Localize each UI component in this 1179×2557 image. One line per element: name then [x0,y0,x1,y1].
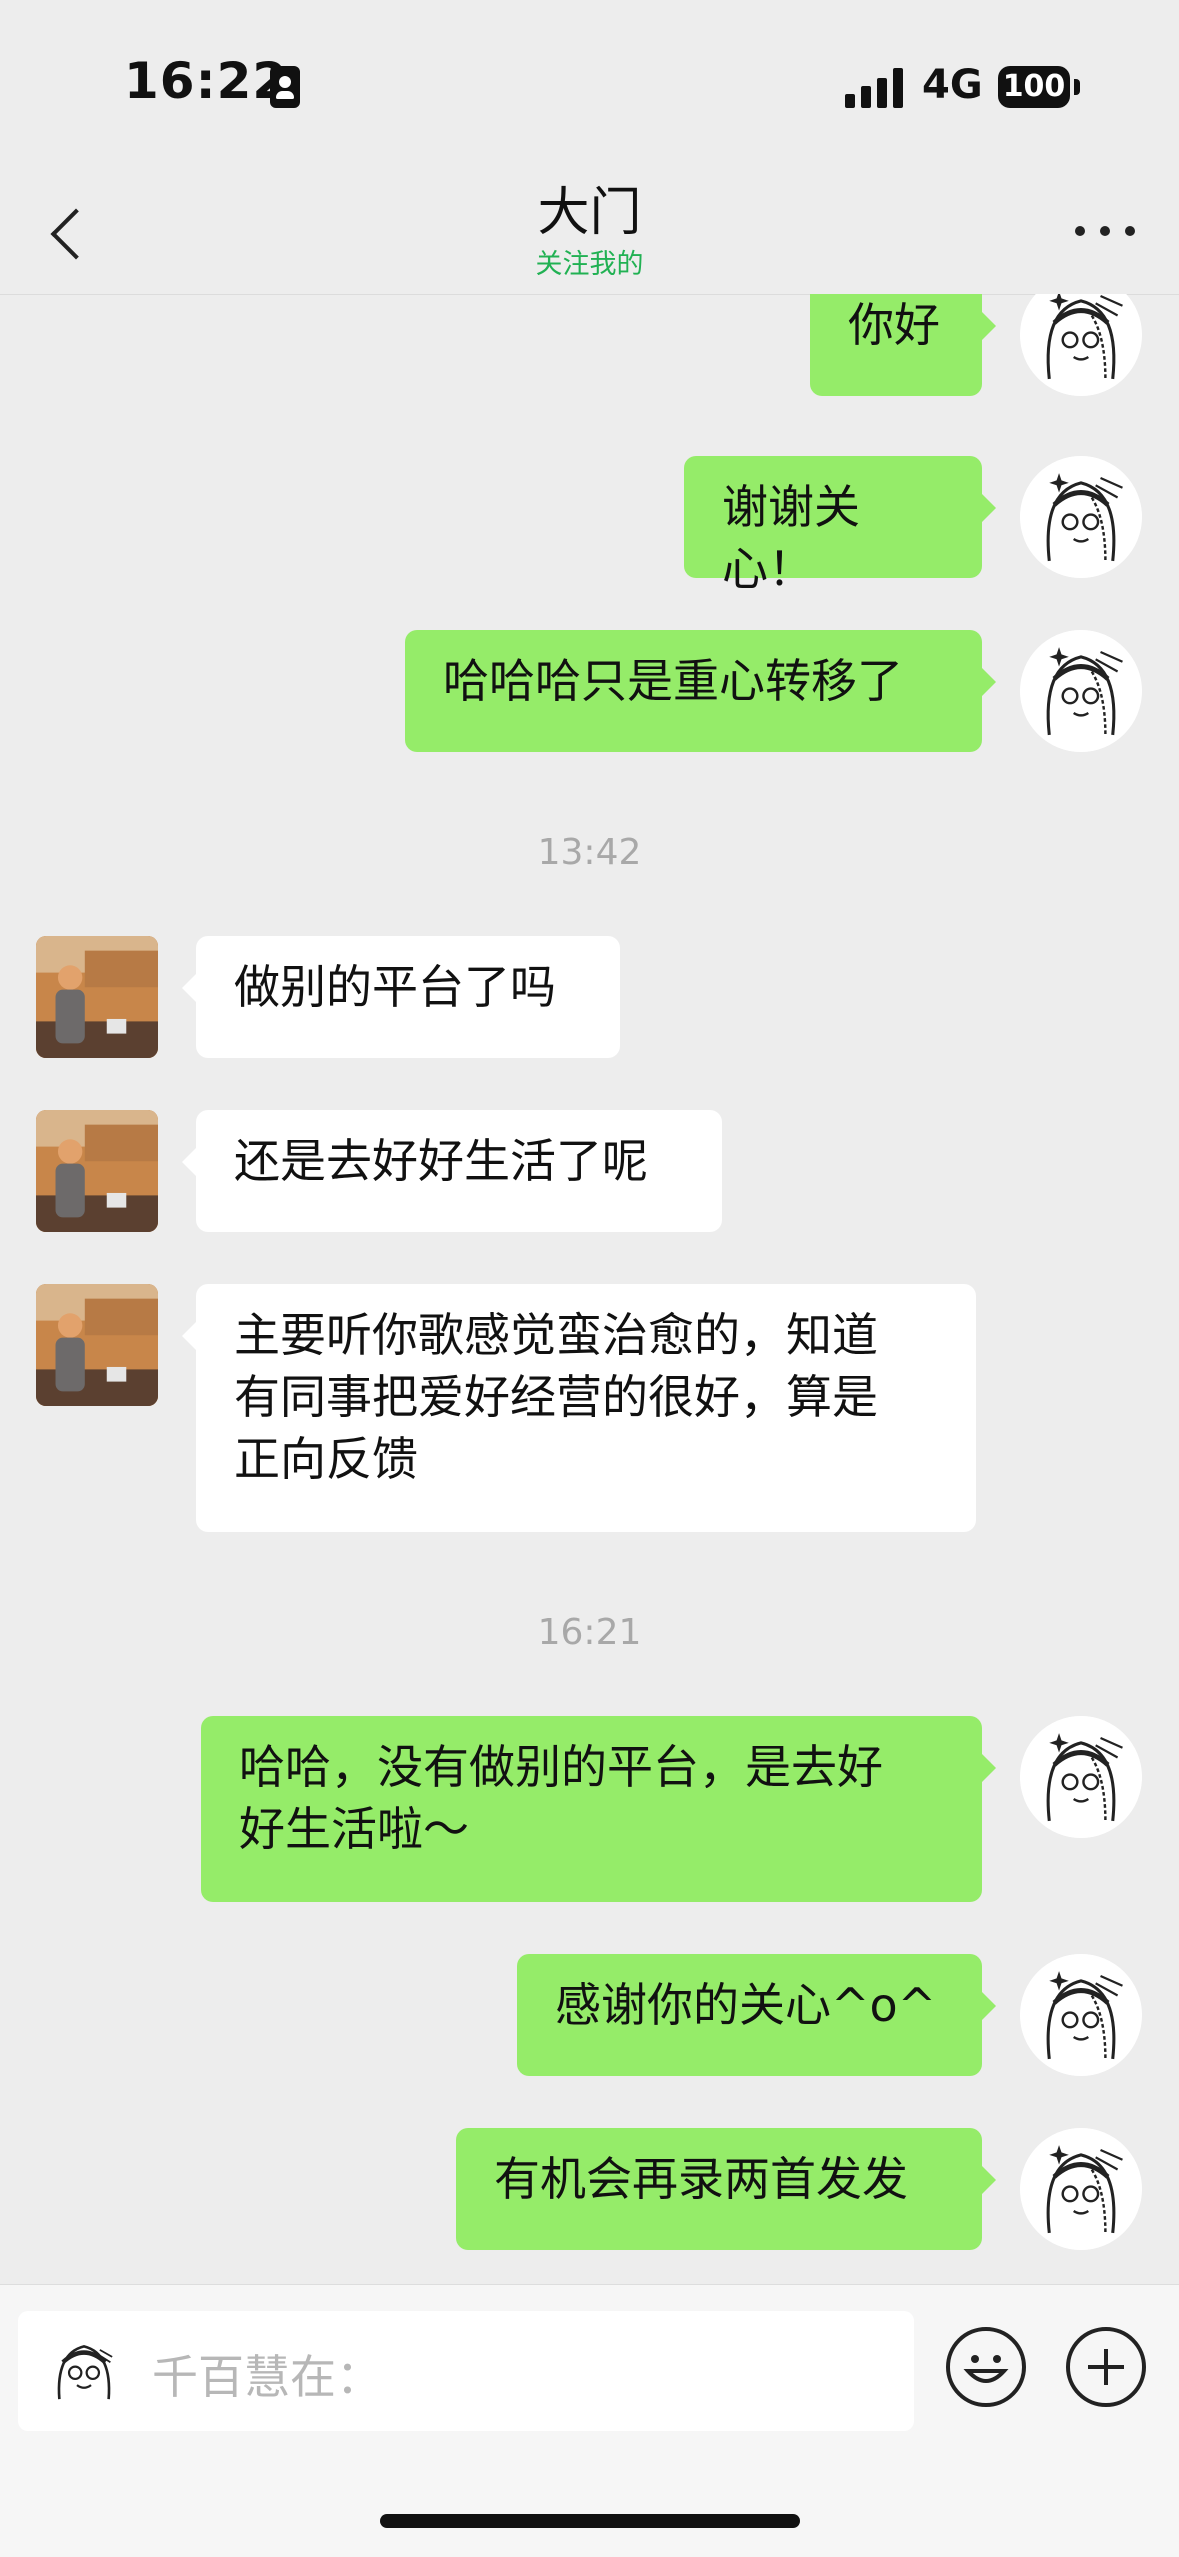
message-row-sent: 有机会再录两首发发 [0,2128,1179,2250]
contact-avatar[interactable] [36,1110,158,1232]
contact-avatar[interactable] [36,1284,158,1406]
plus-icon[interactable] [1066,2327,1146,2407]
received-message-bubble[interactable]: 还是去好好生活了呢 [182,1110,722,1232]
chat-header: 大门 关注我的 [0,160,1179,295]
more-dots-icon[interactable] [1067,210,1143,250]
contact-card-icon [270,66,300,108]
timestamp: 13:42 [537,832,642,873]
sent-message-bubble[interactable]: 有机会再录两首发发 [456,2128,996,2250]
emoji-icon[interactable] [946,2327,1026,2407]
message-text-line: 主要听你歌感觉蛮治愈的，知道 [234,1308,878,1362]
message-input[interactable]: 千百慧在： [18,2311,914,2431]
message-text: 还是去好好生活了呢 [234,1134,648,1188]
battery-icon: 100 [998,66,1070,108]
message-row-sent: 哈哈哈只是重心转移了 [0,630,1179,752]
sent-message-bubble[interactable]: 哈哈哈只是重心转移了 [405,630,996,752]
self-avatar[interactable] [1020,294,1142,396]
message-text-line: 正向反馈 [234,1432,418,1486]
chat-title: 大门 [537,183,642,243]
self-avatar-small [40,2327,128,2415]
chat-subtitle[interactable]: 关注我的 [0,242,1179,281]
sent-message-bubble[interactable]: 哈哈，没有做别的平台，是去好 好生活啦～ [201,1716,996,1902]
message-row-sent: 哈哈，没有做别的平台，是去好 好生活啦～ [0,1716,1179,1902]
self-avatar[interactable] [1020,456,1142,578]
message-text-line: 好生活啦～ [239,1802,469,1856]
message-text: 谢谢关心！ [722,480,860,596]
status-time: 16:22 [124,52,289,110]
message-row-received: 还是去好好生活了呢 [0,1110,1179,1232]
message-text: 你好 [848,298,940,352]
contact-avatar[interactable] [36,936,158,1058]
message-text: 哈哈哈只是重心转移了 [443,654,903,708]
message-text-line: 哈哈，没有做别的平台，是去好 [239,1740,883,1794]
message-row-sent: 谢谢关心！ [0,456,1179,596]
message-text-line: 有同事把爱好经营的很好，算是 [234,1370,878,1424]
message-text: 感谢你的关心^o^ [555,1978,937,2032]
message-row-sent: 感谢你的关心^o^ [0,1954,1179,2076]
network-type: 4G [922,62,983,108]
sent-message-bubble[interactable]: 你好 [810,294,996,396]
message-text: 有机会再录两首发发 [494,2152,908,2206]
message-list[interactable]: 你好谢谢关心！ 哈哈哈只是重心转移了 13:42 做别的平台了吗还是去好好生活了呢主要… [0,294,1179,2284]
received-message-bubble[interactable]: 做别的平台了吗 [182,936,620,1058]
sent-message-bubble[interactable]: 感谢你的关心^o^ [517,1954,996,2076]
battery-tip [1074,79,1080,95]
self-avatar[interactable] [1020,2128,1142,2250]
message-text: 做别的平台了吗 [234,960,556,1014]
input-placeholder: 千百慧在： [152,2350,382,2404]
status-bar: 16:22 4G 100 [0,0,1179,160]
self-avatar[interactable] [1020,1716,1142,1838]
message-row-received: 做别的平台了吗 [0,936,1179,1058]
message-row-received: 主要听你歌感觉蛮治愈的，知道 有同事把爱好经营的很好，算是 正向反馈 [0,1284,1179,1532]
received-message-bubble[interactable]: 主要听你歌感觉蛮治愈的，知道 有同事把爱好经营的很好，算是 正向反馈 [182,1284,976,1532]
timestamp: 16:21 [537,1612,642,1653]
signal-icon [845,68,903,108]
message-row-sent: 你好 [0,294,1179,396]
self-avatar[interactable] [1020,630,1142,752]
sent-message-bubble[interactable]: 谢谢关心！ [684,456,996,596]
self-avatar[interactable] [1020,1954,1142,2076]
home-indicator[interactable] [380,2514,800,2528]
